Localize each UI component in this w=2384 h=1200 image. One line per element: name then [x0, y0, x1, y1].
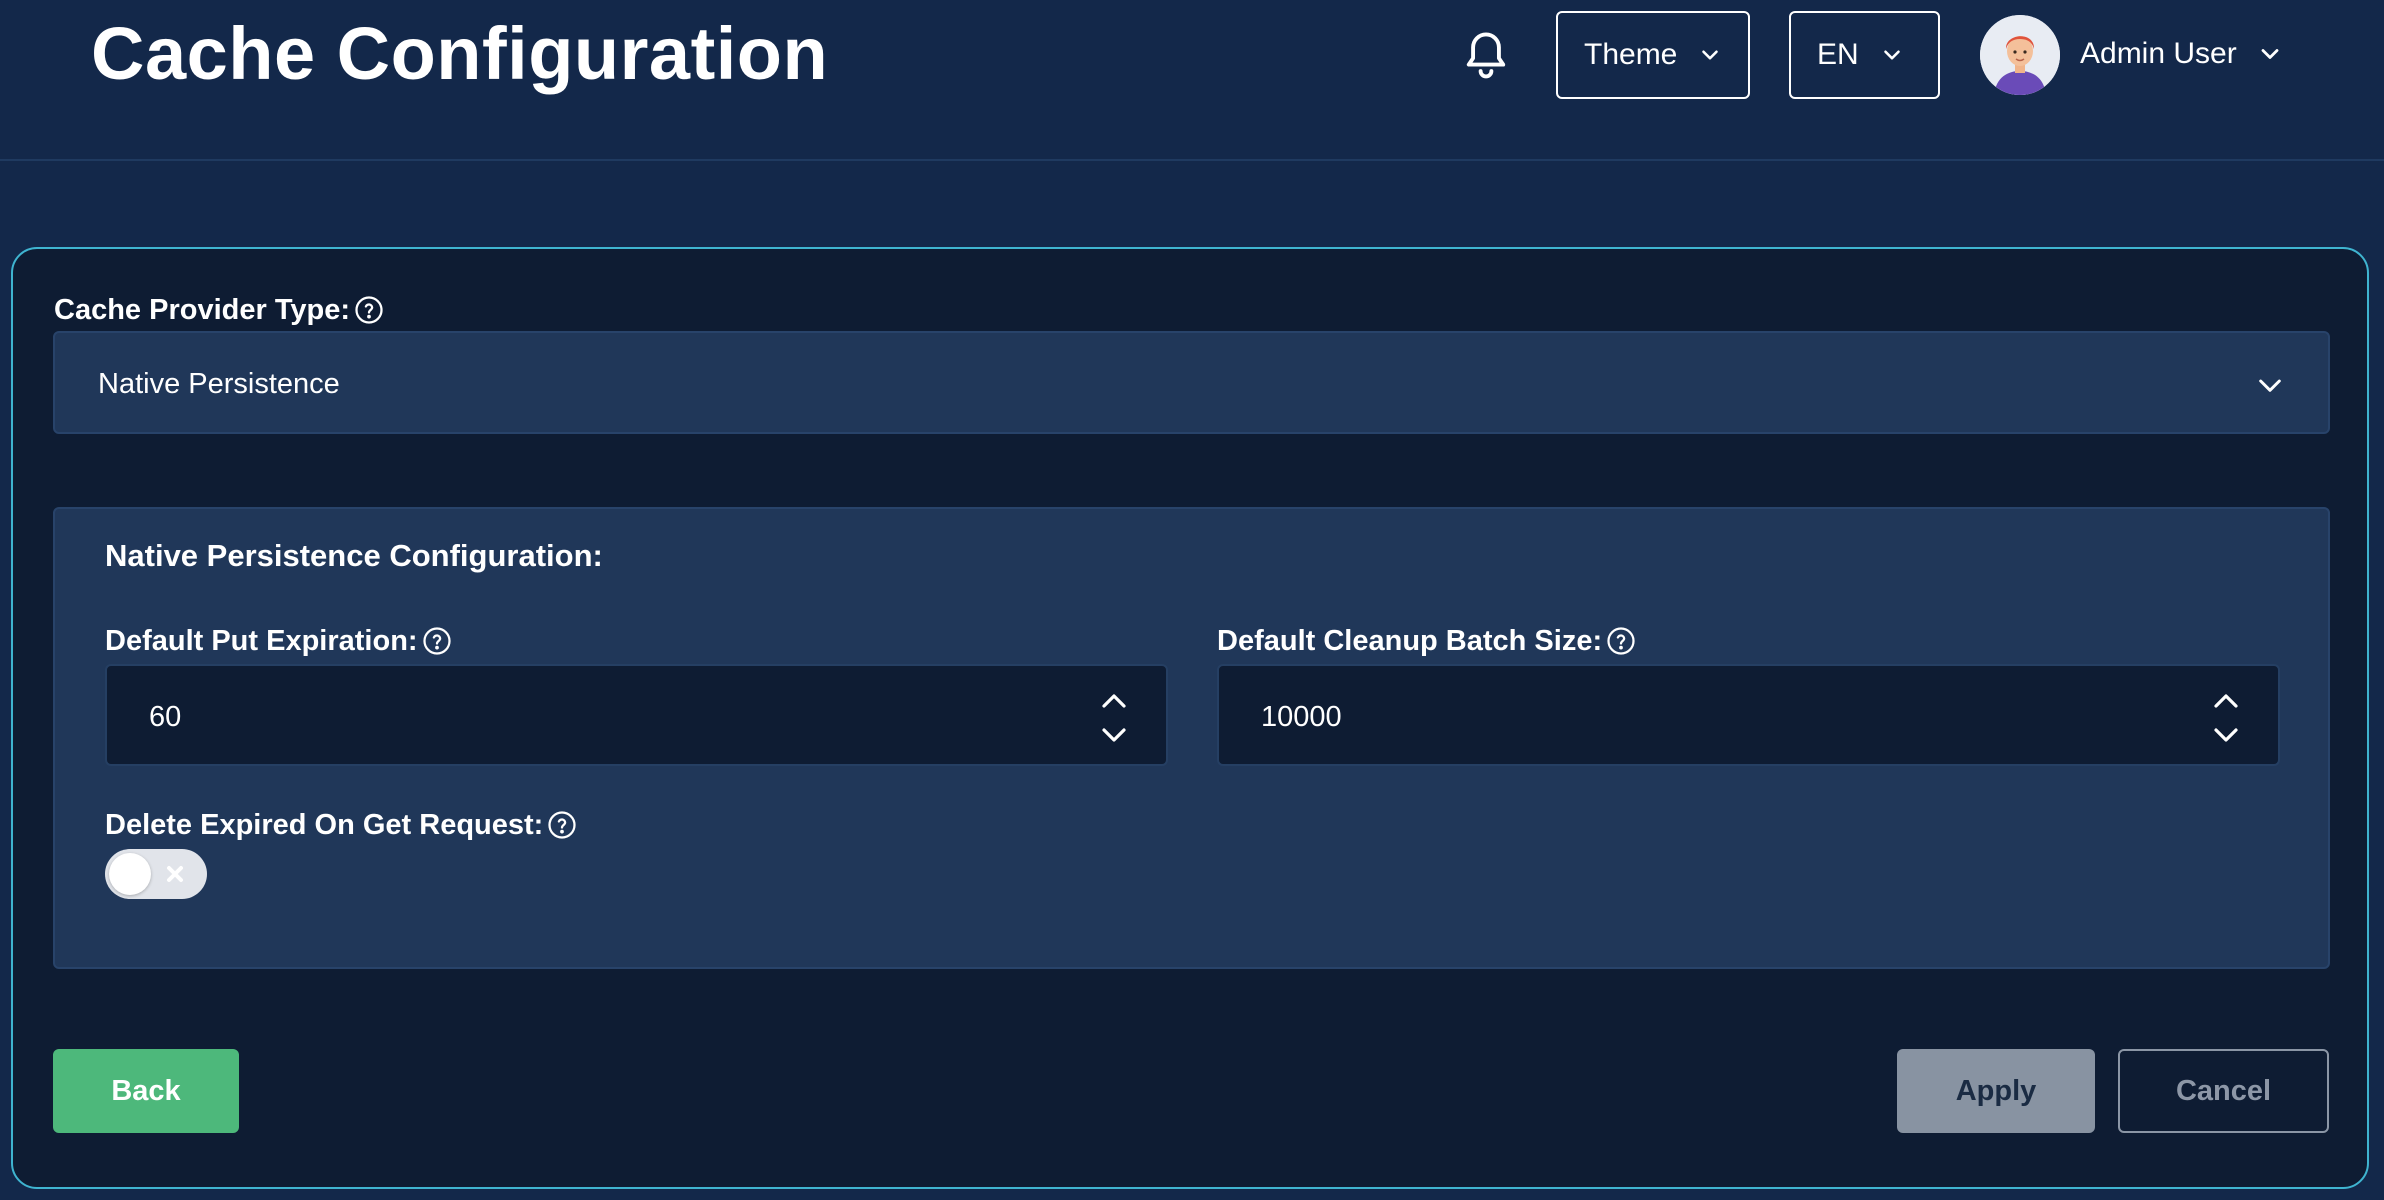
help-icon[interactable] [354, 295, 384, 325]
delete-expired-label: Delete Expired On Get Request: [105, 808, 577, 842]
chevron-down-icon [2259, 379, 2281, 392]
put-expiration-label-text: Default Put Expiration: [105, 625, 418, 657]
language-label: EN [1817, 38, 1859, 71]
cleanup-batch-value: 10000 [1261, 701, 1342, 733]
cleanup-batch-input[interactable]: 10000 [1217, 664, 2280, 766]
theme-dropdown[interactable]: Theme [1556, 11, 1750, 99]
chevron-down-icon [1883, 50, 1900, 60]
put-expiration-value: 60 [149, 701, 182, 733]
chevron-down-icon[interactable] [2256, 40, 2284, 68]
back-button[interactable]: Back [53, 1049, 239, 1133]
provider-type-select[interactable]: Native Persistence [53, 331, 2330, 434]
page-title: Cache Configuration [91, 12, 829, 95]
stepper-icon[interactable] [2212, 690, 2240, 746]
cleanup-batch-label: Default Cleanup Batch Size: [1217, 624, 1636, 658]
apply-button[interactable]: Apply [1897, 1049, 2095, 1133]
toggle-knob [109, 853, 151, 895]
cache-config-card: Cache Provider Type: Native Persistence … [11, 247, 2369, 1189]
help-icon[interactable] [422, 626, 452, 656]
avatar[interactable] [1980, 15, 2060, 95]
close-icon [167, 866, 183, 882]
section-title: Native Persistence Configuration: [105, 538, 603, 573]
cancel-button[interactable]: Cancel [2118, 1049, 2329, 1133]
put-expiration-input[interactable]: 60 [105, 664, 1168, 766]
help-icon[interactable] [547, 810, 577, 840]
cleanup-batch-label-text: Default Cleanup Batch Size: [1217, 625, 1603, 657]
delete-expired-toggle[interactable] [105, 849, 207, 899]
help-icon[interactable] [1606, 626, 1636, 656]
provider-type-label: Cache Provider Type: [54, 293, 384, 327]
language-dropdown[interactable]: EN [1789, 11, 1940, 99]
put-expiration-label: Default Put Expiration: [105, 624, 452, 658]
theme-label: Theme [1584, 38, 1678, 71]
bell-icon[interactable] [1460, 28, 1512, 84]
top-header: Cache Configuration Theme EN Admin User [0, 0, 2384, 161]
delete-expired-label-text: Delete Expired On Get Request: [105, 809, 544, 841]
provider-type-label-text: Cache Provider Type: [54, 294, 351, 326]
native-persistence-panel: Native Persistence Configuration: Defaul… [53, 507, 2330, 969]
provider-type-value: Native Persistence [98, 368, 340, 400]
user-avatar-icon [1980, 15, 2060, 95]
chevron-down-icon [1702, 50, 1719, 60]
user-name[interactable]: Admin User [2080, 36, 2237, 72]
stepper-icon[interactable] [1100, 690, 1128, 746]
